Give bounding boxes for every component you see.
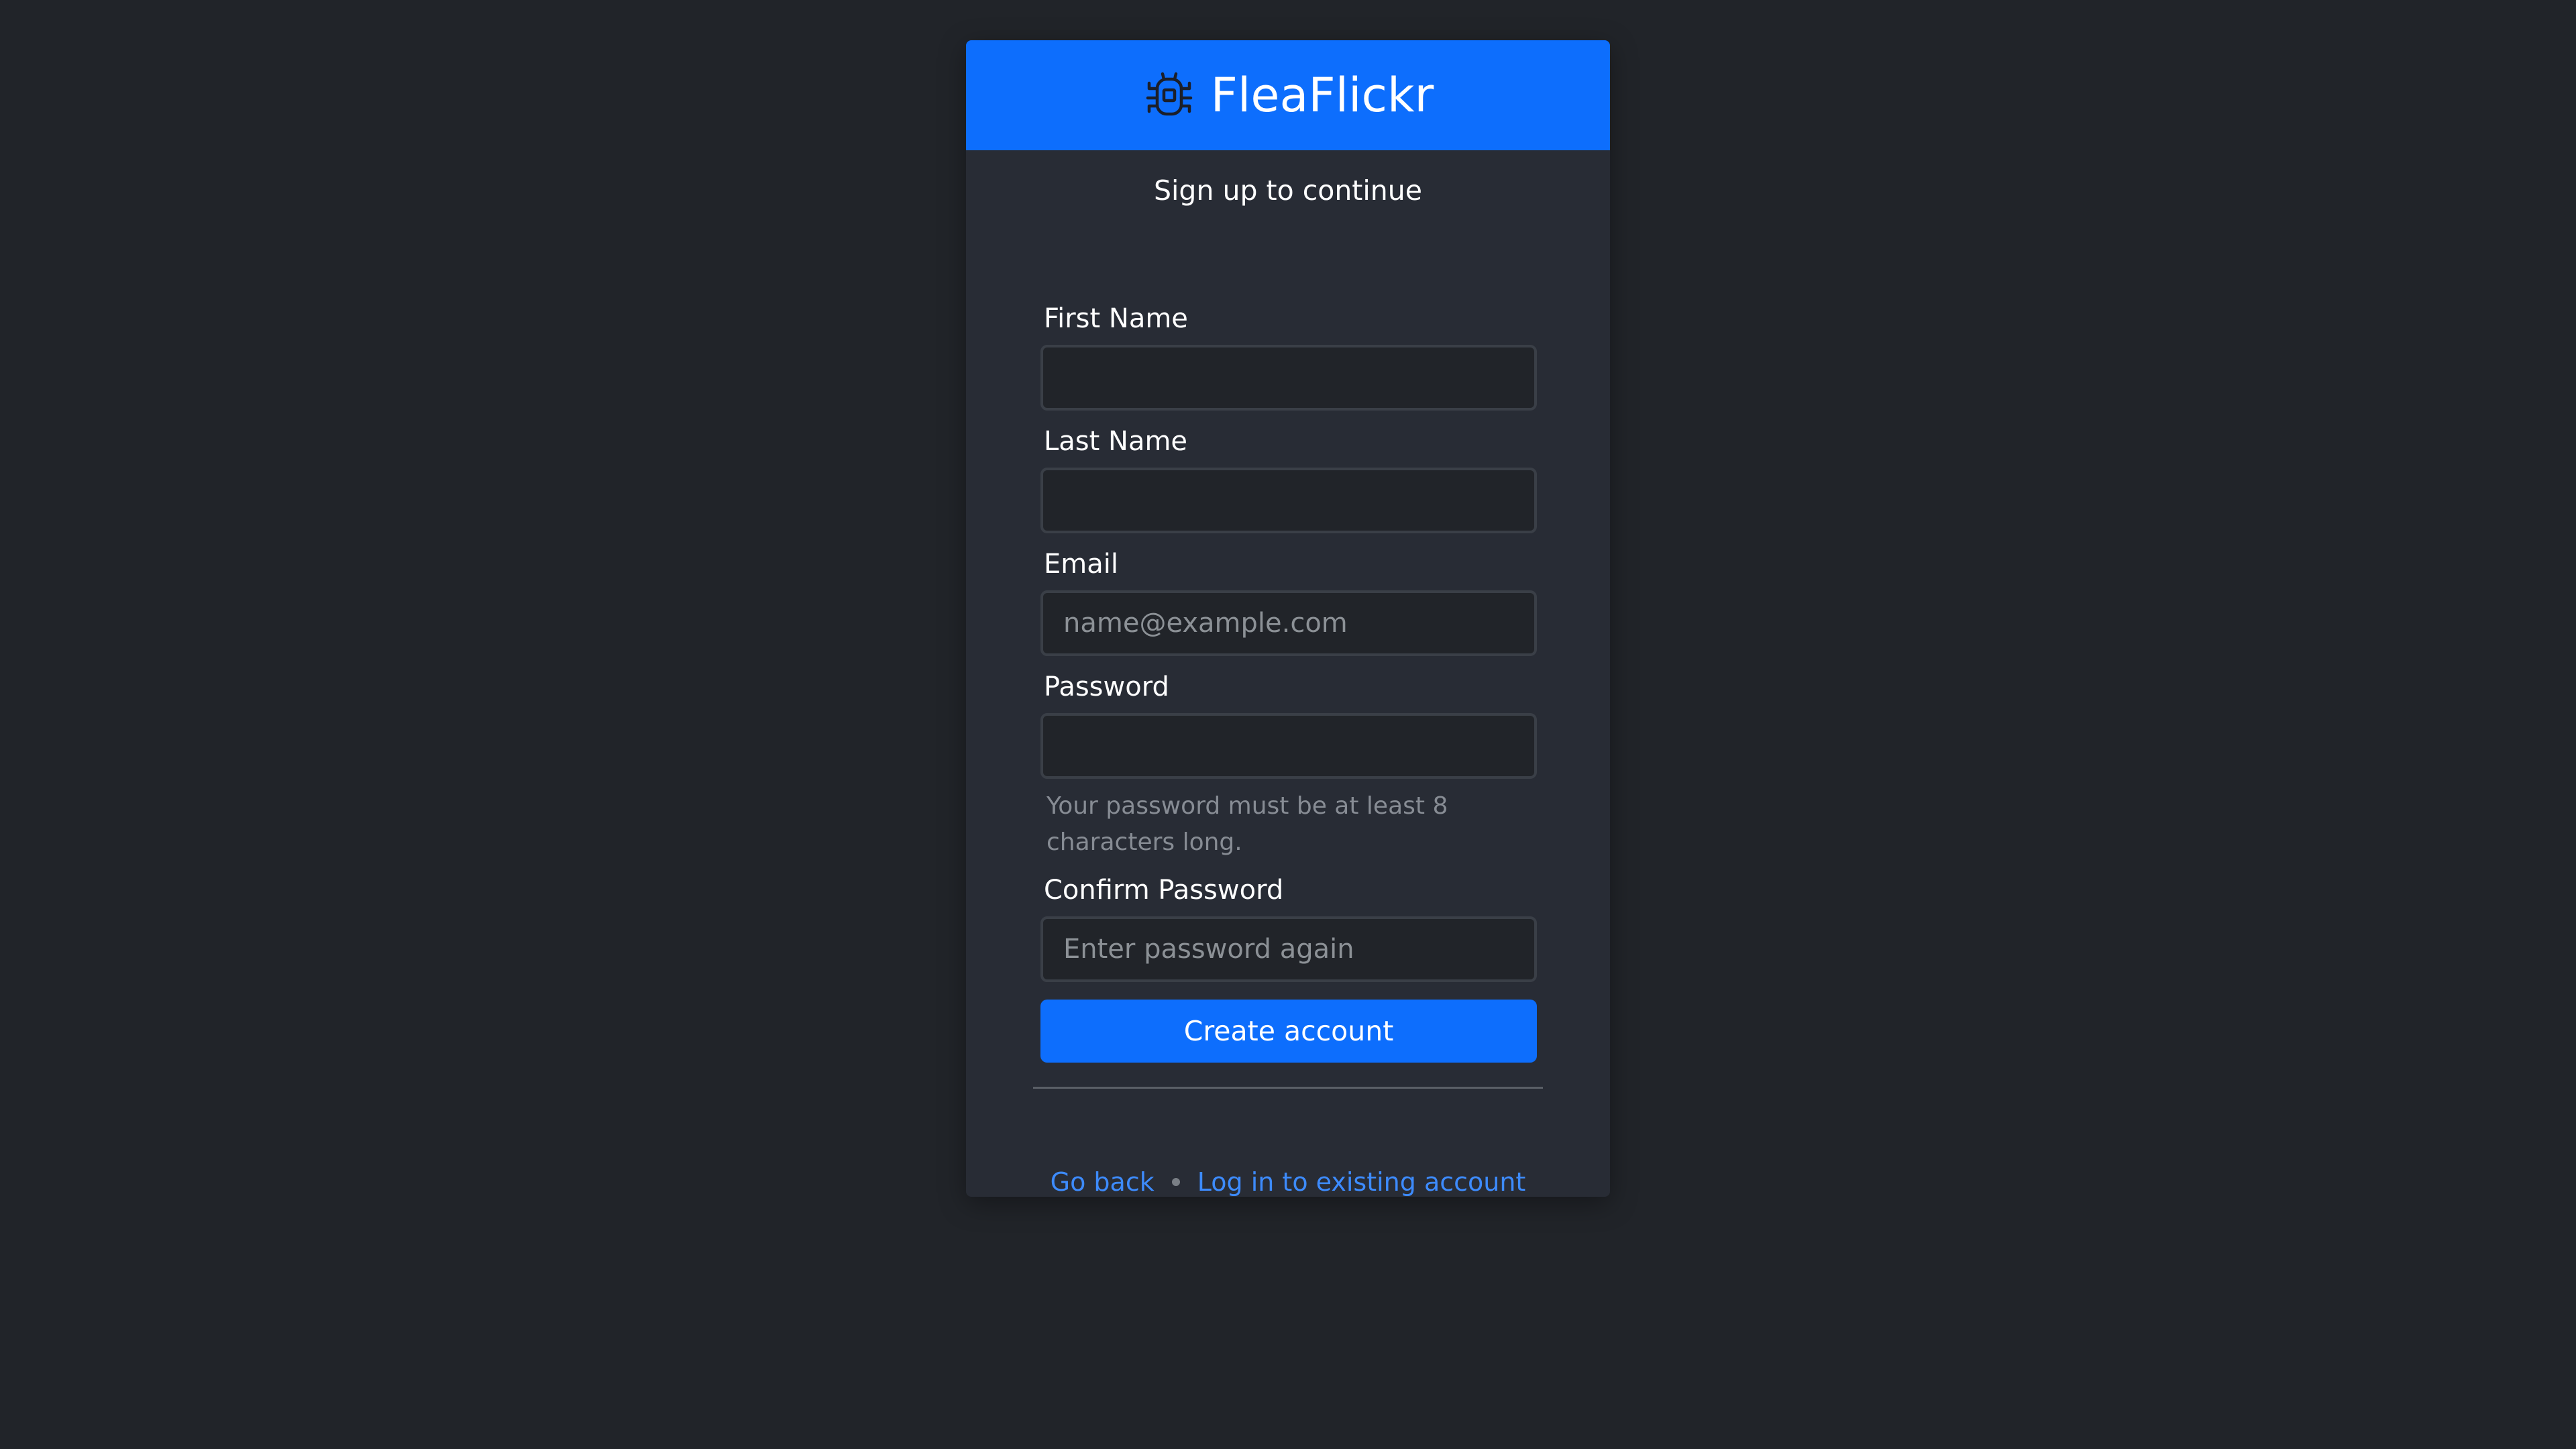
email-label: Email [1044, 549, 1118, 580]
last-name-input[interactable] [1040, 468, 1537, 533]
email-input[interactable]: name@example.com [1040, 590, 1537, 656]
last-name-label: Last Name [1044, 426, 1188, 457]
brand-title: FleaFlickr [1210, 68, 1434, 123]
signup-card: FleaFlickr Sign up to continue First Nam… [966, 40, 1610, 1197]
page-subtitle: Sign up to continue [1154, 174, 1422, 207]
signup-form: First Name Last Name Email name@example.… [1040, 299, 1537, 1063]
brand-header: FleaFlickr [966, 40, 1610, 150]
divider [1033, 1087, 1543, 1089]
login-link[interactable]: Log in to existing account [1197, 1167, 1526, 1197]
password-hint: Your password must be at least 8 charact… [1046, 792, 1448, 856]
password-label: Password [1044, 672, 1169, 702]
go-back-link[interactable]: Go back [1051, 1167, 1155, 1197]
confirm-password-label: Confirm Password [1044, 875, 1284, 906]
create-account-button[interactable]: Create account [1040, 1000, 1537, 1063]
page-background: FleaFlickr Sign up to continue First Nam… [0, 0, 2576, 1449]
bug-icon [1142, 68, 1196, 122]
footer-links: Go back Log in to existing account [966, 1162, 1610, 1197]
first-name-label: First Name [1044, 303, 1188, 334]
password-input[interactable] [1040, 713, 1537, 779]
bullet-separator [1171, 1177, 1180, 1186]
first-name-input[interactable] [1040, 345, 1537, 411]
confirm-password-input[interactable]: Enter password again [1040, 916, 1537, 982]
